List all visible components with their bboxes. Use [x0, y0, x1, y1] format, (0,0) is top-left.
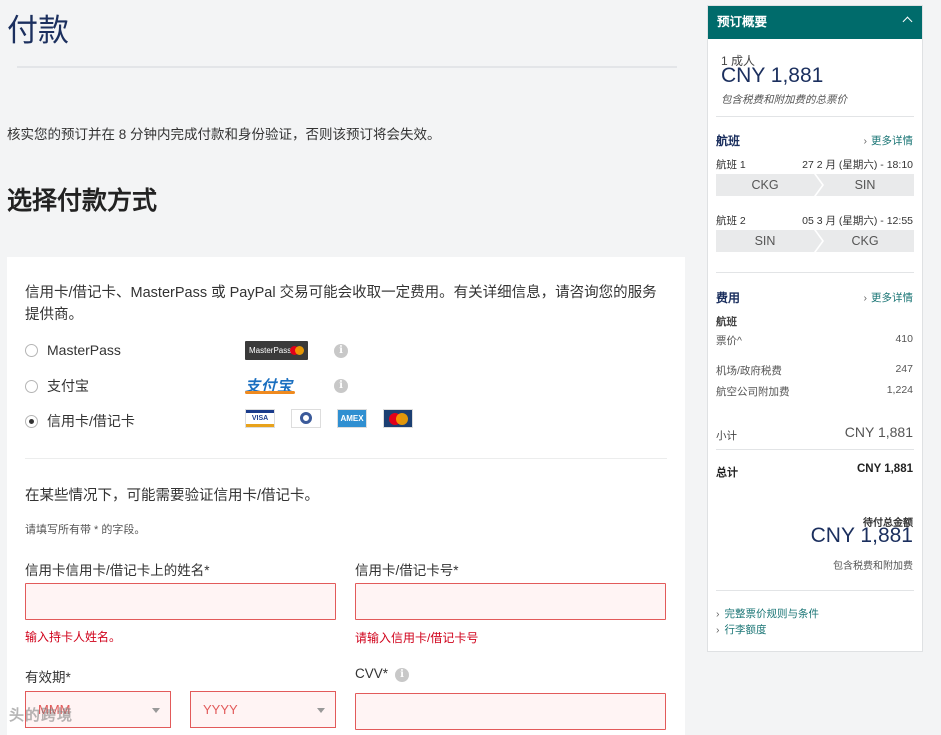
divider	[716, 449, 914, 450]
fee-note: 信用卡/借记卡、MasterPass 或 PayPal 交易可能会收取一定费用。…	[25, 285, 657, 323]
alipay-logo: 支付宝	[245, 375, 295, 396]
flight-1-route: CKG SIN	[716, 174, 914, 196]
total-note: 包含税费和附加费的总票价	[721, 94, 847, 106]
credit-card-radio[interactable]	[25, 414, 38, 428]
visa-logo: VISA	[245, 409, 275, 428]
amount-due-note: 包含税费和附加费	[833, 561, 913, 572]
booking-summary: 预订概要 1 成人 CNY 1,881 包含税费和附加费的总票价 航班 › 更多详…	[707, 5, 923, 652]
summary-header[interactable]: 预订概要	[708, 6, 922, 39]
flights-heading: 航班	[716, 134, 741, 148]
mastercard-circles-icon	[290, 346, 304, 355]
baggage-link[interactable]: › 行李额度	[716, 622, 767, 637]
card-number-label: 信用卡/借记卡号*	[355, 563, 459, 578]
method-alipay[interactable]: 支付宝	[25, 375, 365, 397]
tax-value: 247	[895, 363, 913, 375]
fare-rules-link[interactable]: › 完整票价规则与条件	[716, 606, 819, 621]
card-number-input[interactable]	[355, 583, 666, 620]
surcharge-label: 航空公司附加费	[716, 386, 790, 398]
summary-total: CNY 1,881	[721, 64, 824, 87]
amex-logo: AMEX	[337, 409, 367, 428]
link-text: 更多详情	[871, 292, 913, 304]
subtotal-value: CNY 1,881	[844, 424, 913, 440]
masterpass-logo-text: MasterPass	[249, 346, 292, 355]
diners-logo	[291, 409, 321, 428]
expiry-year-value: YYYY	[203, 702, 238, 717]
cardholder-name-error: 输入持卡人姓名。	[25, 630, 122, 644]
watermark: 头的跨境	[9, 707, 74, 724]
tax-label: 机场/政府税费	[716, 365, 782, 377]
masterpass-radio[interactable]	[25, 343, 38, 357]
flight-2-label: 航班 2	[716, 215, 746, 227]
required-fields-note: 请填写所有带 * 的字段。	[25, 524, 146, 536]
destination-airport: CKG	[816, 230, 914, 252]
link-text: 更多详情	[871, 135, 913, 147]
mastercard-logo	[383, 409, 413, 428]
method-label: 信用卡/借记卡	[47, 413, 135, 429]
payment-page: 付款 核实您的预订并在 8 分钟内完成付款和身份验证，否则该预订将会失效。 选择…	[0, 0, 941, 735]
destination-airport: SIN	[816, 174, 914, 196]
masterpass-logo: MasterPass	[245, 341, 308, 360]
chevron-right-icon: ›	[863, 135, 868, 147]
flight-2-date: 05 3 月 (星期六) - 12:55	[802, 215, 913, 227]
surcharge-value: 1,224	[886, 384, 913, 396]
cvv-info-icon[interactable]: i	[395, 668, 409, 682]
link-text: 完整票价规则与条件	[724, 608, 820, 620]
fare-value: 410	[895, 333, 913, 345]
method-masterpass[interactable]: MasterPass	[25, 339, 365, 361]
chevron-right-icon: ›	[863, 292, 868, 304]
flight-1-date: 27 2 月 (星期六) - 18:10	[802, 159, 913, 171]
fees-heading: 费用	[716, 291, 741, 305]
cardholder-name-input[interactable]	[25, 583, 336, 620]
cardholder-name-label: 信用卡信用卡/借记卡上的姓名*	[25, 563, 210, 578]
fees-flight-subheading: 航班	[716, 316, 737, 328]
fees-more-link[interactable]: › 更多详情	[864, 290, 914, 305]
origin-airport: CKG	[716, 174, 824, 196]
chevron-down-icon	[317, 708, 325, 713]
divider	[716, 590, 914, 591]
amount-due-value: CNY 1,881	[810, 524, 913, 547]
flights-more-link[interactable]: › 更多详情	[864, 133, 914, 148]
info-icon[interactable]: i	[334, 379, 348, 393]
card-number-error: 请输入信用卡/借记卡号	[355, 631, 479, 645]
divider	[716, 272, 914, 273]
chevron-right-icon: ›	[716, 608, 720, 620]
origin-airport: SIN	[716, 230, 824, 252]
alipay-swoosh-icon	[245, 391, 295, 394]
summary-title: 预订概要	[717, 15, 768, 29]
chevron-right-icon: ›	[716, 624, 720, 636]
subtotal-label: 小计	[716, 430, 737, 442]
flight-1-label: 航班 1	[716, 159, 746, 171]
grand-total-value: CNY 1,881	[856, 463, 913, 475]
section-divider	[25, 458, 667, 459]
cvv-input[interactable]	[355, 693, 666, 730]
expiry-year-select[interactable]: YYYY	[190, 691, 336, 728]
divider	[716, 116, 914, 117]
chevron-down-icon	[152, 708, 160, 713]
method-label: MasterPass	[47, 342, 121, 358]
chevron-up-icon[interactable]	[902, 16, 913, 27]
expiry-label: 有效期*	[25, 670, 71, 685]
amex-logo-text: AMEX	[340, 414, 364, 423]
visa-logo-text: VISA	[251, 415, 269, 422]
title-divider	[17, 66, 677, 68]
payment-method-card: 信用卡/借记卡、MasterPass 或 PayPal 交易可能会收取一定费用。…	[7, 257, 685, 735]
fare-label: 票价^	[716, 335, 742, 347]
page-title: 付款	[7, 13, 69, 48]
alipay-radio[interactable]	[25, 379, 38, 393]
booking-timeout-notice: 核实您的预订并在 8 分钟内完成付款和身份验证，否则该预订将会失效。	[7, 127, 441, 142]
diners-club-icon	[300, 412, 312, 424]
cvv-label: CVV*	[355, 666, 389, 681]
verification-note: 在某些情况下，可能需要验证信用卡/借记卡。	[25, 488, 320, 504]
link-text: 行李额度	[724, 624, 767, 636]
method-label: 支付宝	[47, 378, 89, 394]
info-icon[interactable]: i	[334, 344, 348, 358]
flight-2-route: SIN CKG	[716, 230, 914, 252]
grand-total-label: 总计	[716, 467, 738, 479]
section-title: 选择付款方式	[7, 187, 158, 215]
